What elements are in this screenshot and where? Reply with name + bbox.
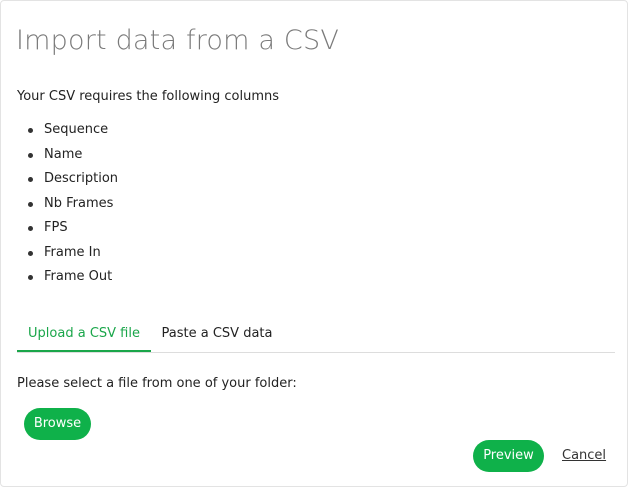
list-item: Frame In (17, 241, 118, 266)
bullet-icon (28, 250, 33, 256)
browse-button[interactable]: Browse (24, 408, 91, 440)
import-mode-tabs: Upload a CSV file Paste a CSV data (17, 318, 615, 353)
tab-upload-csv-file[interactable]: Upload a CSV file (17, 318, 151, 352)
bullet-icon (28, 226, 33, 231)
bullet-icon (28, 152, 33, 158)
file-select-instruction: Please select a file from one of your fo… (17, 376, 297, 391)
dialog-title: Import data from a CSV (16, 25, 339, 56)
column-name: Frame Out (44, 269, 113, 284)
column-name: Name (44, 146, 83, 162)
bullet-icon (28, 177, 33, 182)
column-name: FPS (44, 220, 68, 235)
list-item: Sequence (17, 118, 118, 143)
column-name: Frame In (44, 244, 101, 260)
column-name: Nb Frames (44, 195, 114, 211)
column-name: Description (44, 171, 119, 186)
bullet-icon (28, 201, 33, 207)
list-item: Frame Out (17, 265, 118, 290)
list-item: Description (17, 167, 118, 192)
list-item: FPS (17, 216, 118, 241)
columns-intro-text: Your CSV requires the following columns (17, 89, 280, 104)
list-item: Nb Frames (17, 192, 118, 217)
required-columns-list: Sequence Name Description Nb Frames FPS … (17, 118, 118, 290)
bullet-icon (28, 128, 33, 133)
tab-paste-csv-data[interactable]: Paste a CSV data (151, 318, 283, 352)
preview-button[interactable]: Preview (473, 440, 544, 472)
list-item: Name (17, 143, 118, 168)
cancel-link[interactable]: Cancel (562, 448, 606, 463)
column-name: Sequence (44, 122, 109, 137)
import-csv-dialog: Import data from a CSV Your CSV requires… (0, 0, 628, 487)
bullet-icon (28, 275, 33, 280)
